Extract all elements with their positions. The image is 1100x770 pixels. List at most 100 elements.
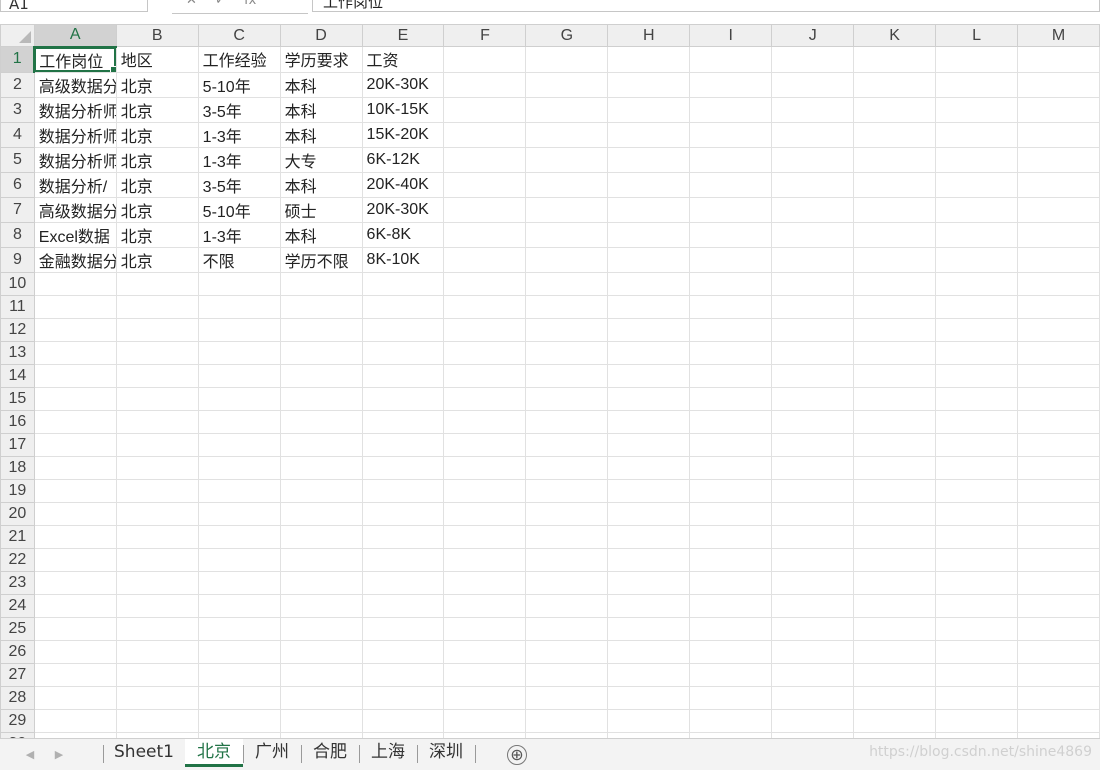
cell-i7[interactable]	[689, 196, 773, 223]
cell-e27[interactable]	[361, 662, 445, 687]
cell-a14[interactable]	[33, 363, 117, 388]
cell-g9[interactable]	[525, 246, 609, 273]
cell-e17[interactable]	[361, 432, 445, 457]
cell-d25[interactable]	[279, 616, 363, 641]
cell-g23[interactable]	[525, 570, 609, 595]
row-header[interactable]: 16	[0, 409, 35, 434]
cell-a18[interactable]	[33, 455, 117, 480]
column-header-f[interactable]: F	[443, 24, 527, 47]
cell-g24[interactable]	[525, 593, 609, 618]
cell-h17[interactable]	[607, 432, 691, 457]
cell-j14[interactable]	[771, 363, 855, 388]
cell-b25[interactable]	[115, 616, 199, 641]
cell-g21[interactable]	[525, 524, 609, 549]
cell-b18[interactable]	[115, 455, 199, 480]
cell-c26[interactable]	[197, 639, 281, 664]
cell-m18[interactable]	[1017, 455, 1100, 480]
column-header-c[interactable]: C	[197, 24, 281, 47]
cell-g25[interactable]	[525, 616, 609, 641]
cell-h24[interactable]	[607, 593, 691, 618]
cell-g16[interactable]	[525, 409, 609, 434]
cell-a22[interactable]	[33, 547, 117, 572]
cell-j28[interactable]	[771, 685, 855, 710]
cell-f10[interactable]	[443, 271, 527, 296]
cell-d14[interactable]	[279, 363, 363, 388]
cell-k16[interactable]	[853, 409, 937, 434]
cell-j10[interactable]	[771, 271, 855, 296]
cell-h3[interactable]	[607, 96, 691, 123]
cell-a21[interactable]	[33, 524, 117, 549]
cell-f13[interactable]	[443, 340, 527, 365]
cell-j27[interactable]	[771, 662, 855, 687]
cell-j26[interactable]	[771, 639, 855, 664]
cell-j22[interactable]	[771, 547, 855, 572]
cell-j19[interactable]	[771, 478, 855, 503]
cell-k29[interactable]	[853, 708, 937, 733]
cell-a24[interactable]	[33, 593, 117, 618]
cell-a25[interactable]	[33, 616, 117, 641]
row-header[interactable]: 5	[0, 146, 35, 173]
cell-d19[interactable]	[279, 478, 363, 503]
prev-sheet-icon[interactable]: ◀	[23, 747, 37, 763]
cell-g7[interactable]	[525, 196, 609, 223]
cell-d22[interactable]	[279, 547, 363, 572]
cell-i6[interactable]	[689, 171, 773, 198]
cell-g29[interactable]	[525, 708, 609, 733]
cell-l25[interactable]	[935, 616, 1019, 641]
cell-g2[interactable]	[525, 71, 609, 98]
cell-f23[interactable]	[443, 570, 527, 595]
row-header[interactable]: 22	[0, 547, 35, 572]
cell-a1[interactable]: 工作岗位	[33, 46, 117, 73]
cell-a2[interactable]: 高级数据分	[33, 71, 117, 98]
cell-c21[interactable]	[197, 524, 281, 549]
cell-b21[interactable]	[115, 524, 199, 549]
cell-l14[interactable]	[935, 363, 1019, 388]
cell-c8[interactable]: 1-3年	[197, 221, 281, 248]
cell-g3[interactable]	[525, 96, 609, 123]
cell-a26[interactable]	[33, 639, 117, 664]
cell-f8[interactable]	[443, 221, 527, 248]
column-header-e[interactable]: E	[361, 24, 445, 47]
cell-l18[interactable]	[935, 455, 1019, 480]
row-header[interactable]: 1	[0, 46, 36, 73]
cell-d2[interactable]: 本科	[279, 71, 363, 98]
cell-l22[interactable]	[935, 547, 1019, 572]
cell-m1[interactable]	[1017, 46, 1100, 73]
cell-j8[interactable]	[771, 221, 855, 248]
cell-d29[interactable]	[279, 708, 363, 733]
cell-k12[interactable]	[853, 317, 937, 342]
cell-c4[interactable]: 1-3年	[197, 121, 281, 148]
cell-m3[interactable]	[1017, 96, 1100, 123]
name-box[interactable]: A1	[0, 0, 148, 13]
cell-k6[interactable]	[853, 171, 937, 198]
cell-b22[interactable]	[115, 547, 199, 572]
cell-h8[interactable]	[607, 221, 691, 248]
cell-f1[interactable]	[443, 46, 527, 73]
cell-k5[interactable]	[853, 146, 937, 173]
cell-c23[interactable]	[197, 570, 281, 595]
sheet-tab-5[interactable]: 上海	[359, 739, 417, 769]
formula-input[interactable]: 工作岗位	[312, 0, 1100, 12]
cell-h29[interactable]	[607, 708, 691, 733]
column-header-j[interactable]: J	[771, 24, 855, 47]
cell-i27[interactable]	[689, 662, 773, 687]
cell-g18[interactable]	[525, 455, 609, 480]
cell-b6[interactable]: 北京	[115, 171, 199, 198]
cell-e9[interactable]: 8K-10K	[361, 246, 445, 273]
cell-c16[interactable]	[197, 409, 281, 434]
cell-j3[interactable]	[771, 96, 855, 123]
cell-c6[interactable]: 3-5年	[197, 171, 281, 198]
cell-l7[interactable]	[935, 196, 1019, 223]
column-header-l[interactable]: L	[935, 24, 1019, 47]
cell-h4[interactable]	[607, 121, 691, 148]
cell-g8[interactable]	[525, 221, 609, 248]
sheet-tab-4[interactable]: 合肥	[301, 739, 359, 769]
cell-b16[interactable]	[115, 409, 199, 434]
cell-j1[interactable]	[771, 46, 855, 73]
cell-l1[interactable]	[935, 46, 1019, 73]
row-header[interactable]: 26	[0, 639, 35, 664]
cell-f6[interactable]	[443, 171, 527, 198]
row-header[interactable]: 20	[0, 501, 35, 526]
cell-i15[interactable]	[689, 386, 773, 411]
cell-f21[interactable]	[443, 524, 527, 549]
